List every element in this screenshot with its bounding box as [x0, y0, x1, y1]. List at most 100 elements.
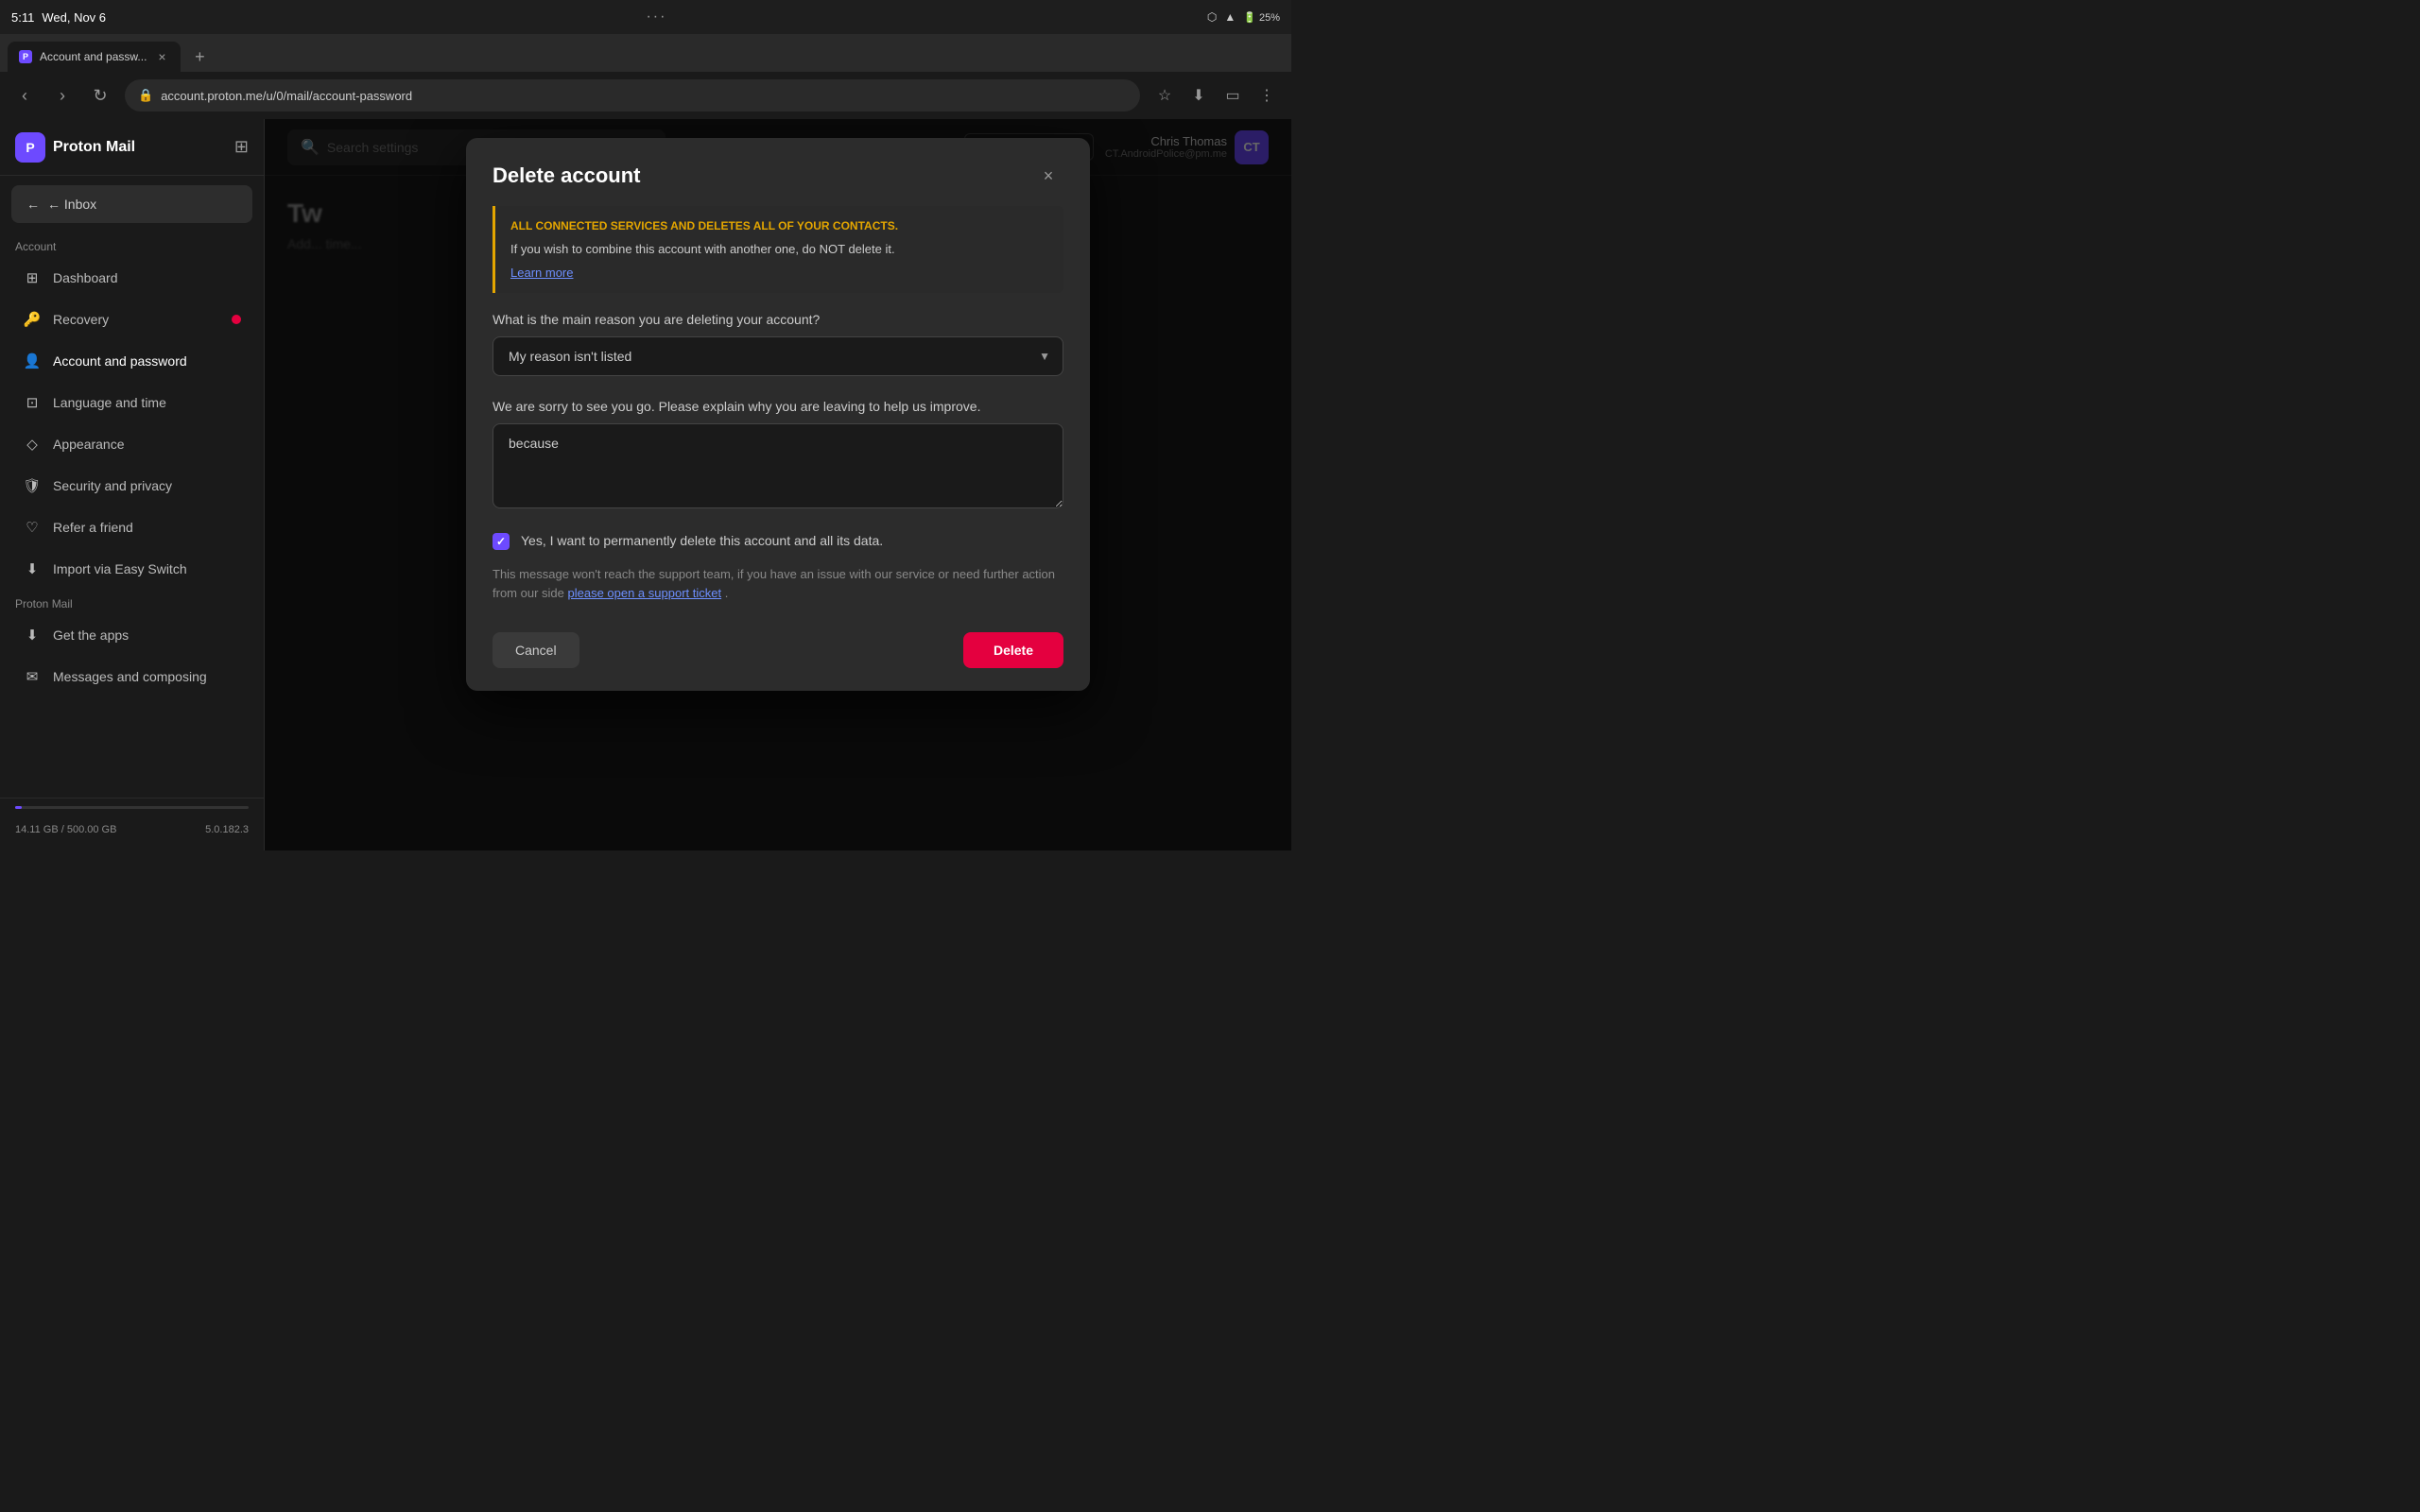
recovery-label: Recovery	[53, 312, 109, 327]
browser-time: 5:11	[11, 10, 34, 25]
reason-dropdown[interactable]: My reason isn't listed I no longer need …	[493, 336, 1063, 376]
sidebar-header: P Proton Mail ⊞	[0, 119, 264, 176]
browser-addressbar: ‹ › ↻ 🔒 account.proton.me/u/0/mail/accou…	[0, 72, 1291, 119]
browser-chrome: 5:11 Wed, Nov 6 ··· ⬡ ▲ 🔋 25% P Account …	[0, 0, 1291, 119]
proton-icon: P	[15, 132, 45, 163]
delete-button[interactable]: Delete	[963, 632, 1063, 668]
reason-question-label: What is the main reason you are deleting…	[493, 312, 1063, 327]
download-button[interactable]: ⬇	[1185, 82, 1212, 109]
security-privacy-label: Security and privacy	[53, 478, 172, 493]
sidebar-item-recovery[interactable]: 🔑 Recovery	[8, 300, 256, 339]
sidebar-item-import-easy[interactable]: ⬇ Import via Easy Switch	[8, 549, 256, 589]
confirm-delete-checkbox[interactable]: ✓	[493, 533, 510, 550]
bookmark-button[interactable]: ☆	[1151, 82, 1178, 109]
inbox-button[interactable]: ← ← Inbox	[11, 185, 252, 223]
support-message-after: .	[725, 586, 729, 600]
warning-highlight-text: ALL CONNECTED SERVICES AND DELETES ALL O…	[510, 217, 1048, 234]
proton-logo: P Proton Mail	[15, 132, 135, 163]
titlebar-right: ⬡ ▲ 🔋 25%	[1207, 10, 1280, 24]
recovery-badge	[232, 315, 241, 324]
battery-indicator: 🔋 25%	[1243, 11, 1280, 24]
nav-refresh-button[interactable]: ↻	[87, 82, 113, 109]
sidebar-item-dashboard[interactable]: ⊞ Dashboard	[8, 258, 256, 298]
sidebar-item-get-apps[interactable]: ⬇ Get the apps	[8, 615, 256, 655]
appearance-icon: ◇	[23, 435, 42, 454]
nav-forward-button[interactable]: ›	[49, 82, 76, 109]
language-time-label: Language and time	[53, 395, 166, 410]
tab-close-button[interactable]: ×	[154, 49, 169, 64]
language-icon: ⊡	[23, 393, 42, 412]
import-label: Import via Easy Switch	[53, 561, 187, 576]
new-tab-button[interactable]: +	[184, 42, 215, 72]
messages-icon: ✉	[23, 667, 42, 686]
nav-back-button[interactable]: ‹	[11, 82, 38, 109]
browser-tab-active[interactable]: P Account and passw... ×	[8, 42, 181, 72]
more-button[interactable]: ⋮	[1253, 82, 1280, 109]
app-name: Proton Mail	[53, 139, 135, 156]
recovery-icon: 🔑	[23, 310, 42, 329]
checkbox-check-icon: ✓	[496, 535, 506, 548]
cancel-button[interactable]: Cancel	[493, 632, 579, 668]
modal-title: Delete account	[493, 163, 641, 188]
sidebar-item-appearance[interactable]: ◇ Appearance	[8, 424, 256, 464]
explain-label: We are sorry to see you go. Please expla…	[493, 399, 1063, 414]
account-password-label: Account and password	[53, 353, 187, 369]
messages-composing-label: Messages and composing	[53, 669, 207, 684]
refer-icon: ♡	[23, 518, 42, 537]
reason-select-wrapper: My reason isn't listed I no longer need …	[493, 336, 1063, 376]
inbox-label: ← Inbox	[47, 197, 96, 212]
get-apps-label: Get the apps	[53, 627, 129, 643]
sidebar: P Proton Mail ⊞ ← ← Inbox Account ⊞ Dash…	[0, 119, 265, 850]
support-message: This message won't reach the support tea…	[493, 565, 1063, 602]
app-version: 5.0.182.3	[205, 824, 249, 835]
learn-more-link[interactable]: Learn more	[510, 266, 573, 280]
dashboard-label: Dashboard	[53, 270, 118, 285]
browser-titlebar: 5:11 Wed, Nov 6 ··· ⬡ ▲ 🔋 25%	[0, 0, 1291, 34]
account-section-label: Account	[0, 232, 264, 257]
sidebar-item-account-password[interactable]: 👤 Account and password	[8, 341, 256, 381]
bluetooth-icon: ⬡	[1207, 10, 1217, 24]
dashboard-icon: ⊞	[23, 268, 42, 287]
lock-icon: 🔒	[138, 88, 153, 103]
security-icon: 🛡	[23, 476, 42, 495]
sidebar-toggle-button[interactable]: ▭	[1219, 82, 1246, 109]
delete-account-modal: Delete account × ALL CONNECTED SERVICES …	[466, 138, 1090, 691]
storage-bar-fill	[15, 806, 22, 809]
modal-close-button[interactable]: ×	[1033, 161, 1063, 191]
storage-usage: 14.11 GB / 500.00 GB	[15, 824, 116, 835]
appearance-label: Appearance	[53, 437, 125, 452]
storage-bar	[15, 806, 249, 809]
sidebar-item-language-time[interactable]: ⊡ Language and time	[8, 383, 256, 422]
warning-body-text: If you wish to combine this account with…	[510, 240, 1048, 259]
sidebar-item-messages-composing[interactable]: ✉ Messages and composing	[8, 657, 256, 696]
import-icon: ⬇	[23, 559, 42, 578]
modal-overlay: Delete account × ALL CONNECTED SERVICES …	[265, 119, 1291, 850]
get-apps-icon: ⬇	[23, 626, 42, 644]
sidebar-item-refer-friend[interactable]: ♡ Refer a friend	[8, 507, 256, 547]
browser-date: Wed, Nov 6	[42, 10, 106, 25]
titlebar-center: ···	[113, 9, 1200, 26]
sidebar-item-security-privacy[interactable]: 🛡 Security and privacy	[8, 466, 256, 506]
protonmail-section-label: Proton Mail	[0, 590, 264, 614]
app-container: P Proton Mail ⊞ ← ← Inbox Account ⊞ Dash…	[0, 119, 1291, 850]
address-text: account.proton.me/u/0/mail/account-passw…	[161, 89, 412, 103]
tab-favicon: P	[19, 50, 32, 63]
reason-textarea[interactable]: because	[493, 423, 1063, 508]
checkbox-label: Yes, I want to permanently delete this a…	[521, 532, 883, 551]
sidebar-bottom: 14.11 GB / 500.00 GB 5.0.182.3	[0, 798, 264, 850]
warning-box: ALL CONNECTED SERVICES AND DELETES ALL O…	[493, 206, 1063, 293]
account-icon: 👤	[23, 352, 42, 370]
refer-friend-label: Refer a friend	[53, 520, 133, 535]
checkbox-row: ✓ Yes, I want to permanently delete this…	[493, 532, 1063, 551]
modal-body: ALL CONNECTED SERVICES AND DELETES ALL O…	[466, 206, 1090, 691]
address-bar[interactable]: 🔒 account.proton.me/u/0/mail/account-pas…	[125, 79, 1140, 112]
grid-icon[interactable]: ⊞	[234, 137, 249, 157]
main-content: 🔍 Search settings % BLACK FRIDAY Chris T…	[265, 119, 1291, 850]
browser-dots: ···	[646, 9, 666, 26]
storage-info: 14.11 GB / 500.00 GB 5.0.182.3	[0, 816, 264, 843]
browser-tabs: P Account and passw... × +	[0, 34, 1291, 72]
modal-footer: Cancel Delete	[493, 625, 1063, 668]
browser-actions: ☆ ⬇ ▭ ⋮	[1151, 82, 1280, 109]
wifi-icon: ▲	[1224, 10, 1236, 24]
support-ticket-link[interactable]: please open a support ticket	[567, 586, 721, 600]
